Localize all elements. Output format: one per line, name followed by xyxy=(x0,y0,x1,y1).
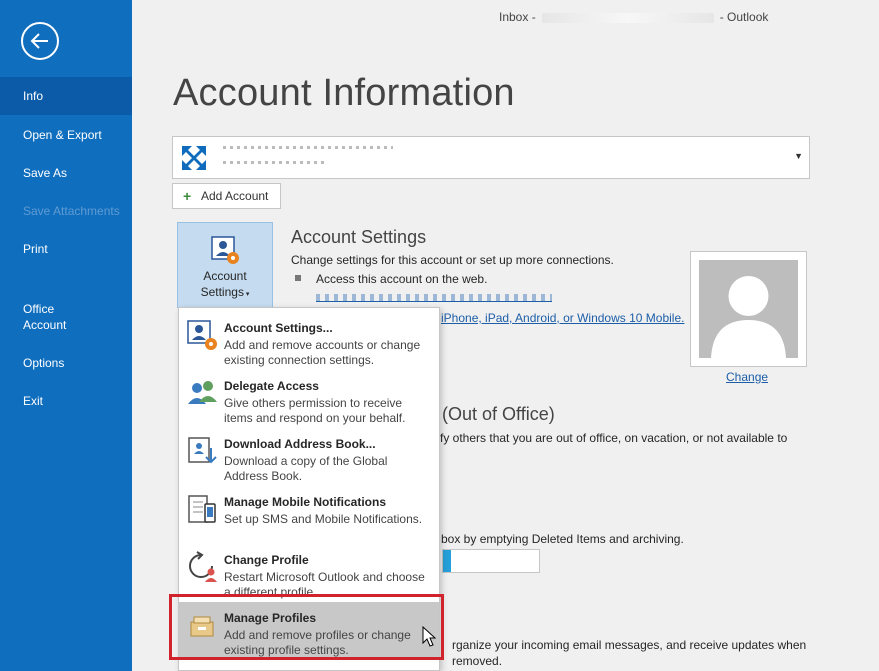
account-settings-description: Change settings for this account or set … xyxy=(291,253,614,267)
redacted-account-name xyxy=(223,146,393,176)
add-account-button[interactable]: + Add Account xyxy=(172,183,281,209)
chevron-down-icon: ▾ xyxy=(243,291,250,298)
out-of-office-heading: (Out of Office) xyxy=(442,404,555,424)
person-icon xyxy=(711,276,786,358)
address-book-download-icon xyxy=(188,437,217,464)
menu-item-title: Manage Mobile Notifications xyxy=(224,495,387,509)
mouse-cursor-icon xyxy=(422,626,436,647)
sidebar-item-print[interactable]: Print xyxy=(0,241,132,257)
menu-item-title: Account Settings... xyxy=(224,321,333,335)
menu-item-title: Change Profile xyxy=(224,553,309,567)
plus-icon: + xyxy=(183,188,192,204)
profile-picture xyxy=(690,251,807,367)
account-settings-heading: Account Settings xyxy=(291,227,427,247)
annotation-highlight-box xyxy=(169,594,444,660)
sidebar-item-open-export[interactable]: Open & Export xyxy=(0,127,132,143)
menu-item-download-address-book[interactable]: Download Address Book... Download a copy… xyxy=(179,428,439,484)
change-photo-link[interactable]: Change xyxy=(726,370,768,384)
backstage-sidebar: Info Open & Export Save As Save Attachme… xyxy=(0,0,132,671)
account-selector-dropdown[interactable]: ▼ xyxy=(172,136,810,179)
title-prefix: Inbox - xyxy=(499,10,536,24)
redacted-web-link[interactable] xyxy=(316,294,552,302)
page-title: Account Information xyxy=(173,72,515,114)
sidebar-item-info[interactable]: Info xyxy=(0,77,132,115)
menu-item-delegate-access[interactable]: Delegate Access Give others permission t… xyxy=(179,370,439,426)
back-arrow-icon[interactable] xyxy=(21,22,59,60)
menu-item-desc: Download a copy of the Global Address Bo… xyxy=(224,454,388,483)
menu-item-desc: Give others permission to receive items … xyxy=(224,396,406,425)
mailbox-usage-fill xyxy=(443,550,451,572)
menu-item-title: Delegate Access xyxy=(224,379,319,393)
sidebar-item-options[interactable]: Options xyxy=(0,355,132,371)
sidebar-item-exit[interactable]: Exit xyxy=(0,393,132,409)
account-settings-icon xyxy=(187,320,217,350)
access-web-text: Access this account on the web. xyxy=(316,272,488,286)
delegate-people-icon xyxy=(188,381,217,404)
out-of-office-text: fy others that you are out of office, on… xyxy=(440,431,788,445)
sidebar-item-save-attachments: Save Attachments xyxy=(23,204,120,218)
mobile-notifications-icon xyxy=(188,495,216,523)
menu-item-manage-mobile-notifications[interactable]: Manage Mobile Notifications Set up SMS a… xyxy=(179,486,439,542)
chevron-down-icon: ▼ xyxy=(794,151,803,161)
menu-item-desc: Set up SMS and Mobile Notifications. xyxy=(224,512,423,526)
mobile-setup-link[interactable]: iPhone, iPad, Android, or Windows 10 Mob… xyxy=(441,311,684,325)
title-suffix: - Outlook xyxy=(719,10,769,24)
window-title: Inbox - - Outlook xyxy=(499,10,768,24)
rules-text-2: removed. xyxy=(452,654,503,668)
menu-item-account-settings[interactable]: Account Settings... Add and remove accou… xyxy=(179,312,439,368)
menu-item-title: Download Address Book... xyxy=(224,437,376,451)
account-settings-label-2: Settings xyxy=(200,285,244,299)
mailbox-cleanup-text: box by emptying Deleted Items and archiv… xyxy=(441,532,684,546)
menu-item-change-profile[interactable]: Change Profile Restart Microsoft Outlook… xyxy=(179,544,439,600)
sidebar-item-office-account[interactable]: Office Account xyxy=(0,301,132,333)
rules-text-1: rganize your incoming email messages, an… xyxy=(452,638,807,652)
account-settings-button[interactable]: Account Settings ▾ xyxy=(177,222,273,308)
account-settings-label-1: Account xyxy=(203,269,247,283)
menu-item-desc: Add and remove accounts or change existi… xyxy=(224,338,421,367)
add-account-label: Add Account xyxy=(201,189,269,203)
redacted-mailbox xyxy=(541,12,714,23)
mailbox-usage-bar xyxy=(442,549,540,573)
exchange-icon xyxy=(179,143,209,173)
sidebar-item-save-as[interactable]: Save As xyxy=(0,165,132,181)
account-settings-icon xyxy=(211,236,239,264)
bullet-icon xyxy=(295,275,301,281)
change-profile-icon xyxy=(189,551,217,582)
